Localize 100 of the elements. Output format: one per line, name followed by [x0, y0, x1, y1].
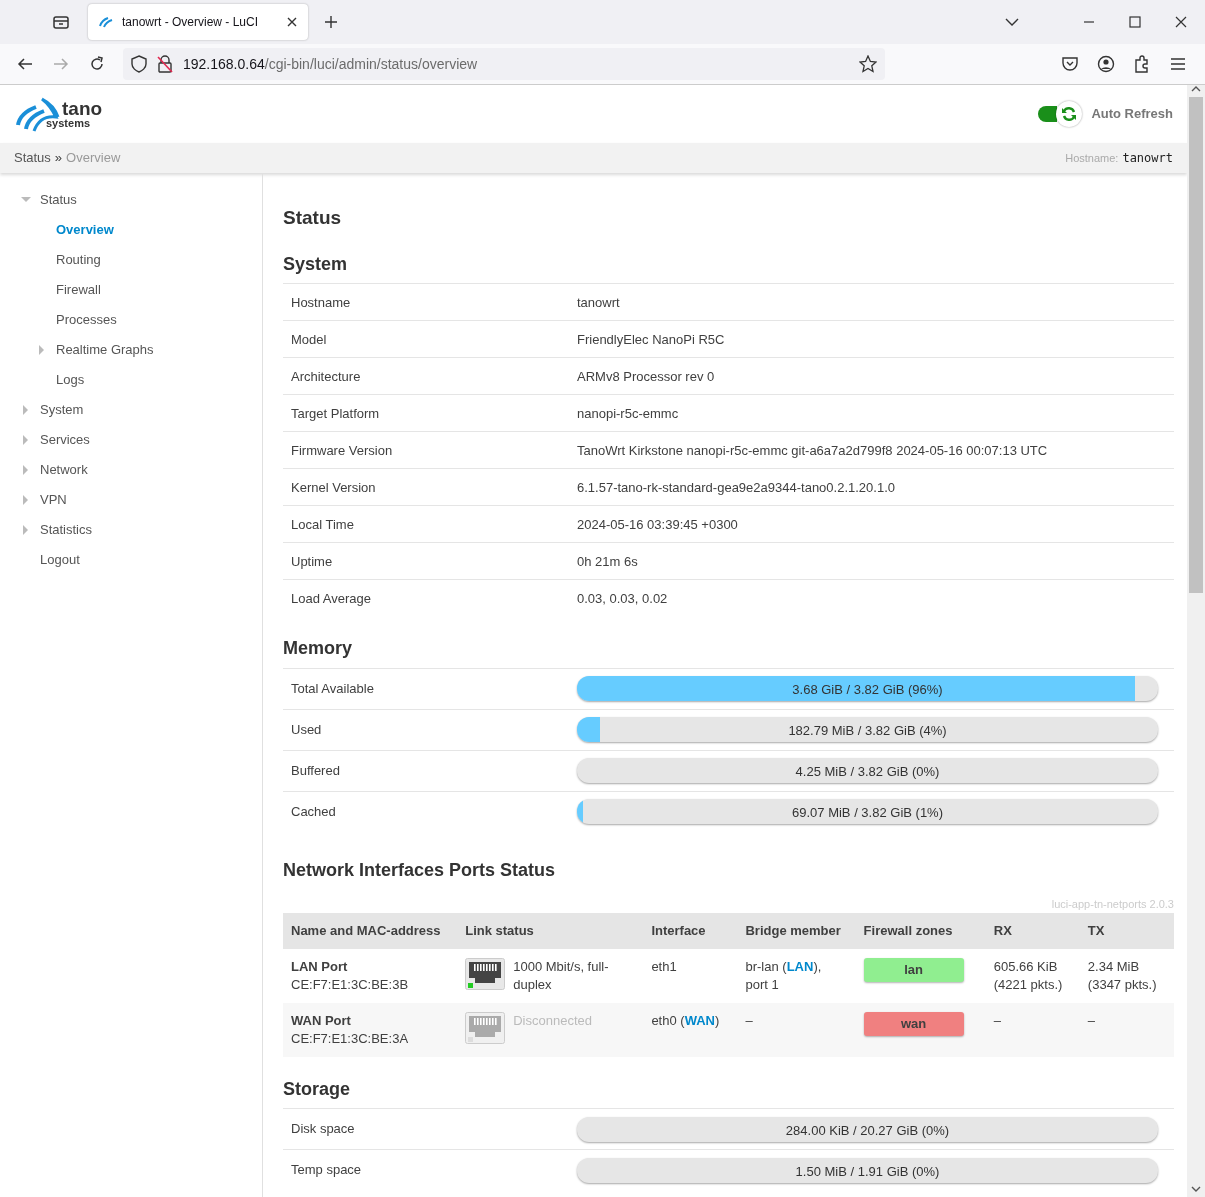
reload-icon[interactable] — [89, 56, 105, 72]
usage-reading: 284.00 KiB / 20.27 GiB (0%) — [784, 1121, 951, 1140]
logo-subtext: systems — [46, 118, 92, 129]
menu-item[interactable]: Realtime Graphs — [56, 335, 154, 365]
menu-item[interactable]: Logout — [40, 545, 80, 575]
menu-item[interactable]: Statistics — [40, 515, 92, 545]
field-label: Kernel Version — [290, 478, 377, 497]
field-value: 2024-05-16 03:39:45 +0300 — [577, 515, 738, 534]
browser-tab[interactable]: tanowrt - Overview - LuCI — [88, 4, 308, 40]
interface-name: eth0 (WAN) — [651, 1012, 720, 1028]
field-label: Total Available — [290, 680, 375, 699]
column-header: Bridge member — [737, 913, 856, 949]
zone-badge: lan — [863, 957, 964, 982]
field-label: Architecture — [290, 367, 362, 386]
field-value: TanoWrt Kirkstone nanopi-r5c-emmc git-a6a7a2d799f8 2024-05-16 00:07:13 UTC — [577, 441, 1048, 460]
rx-value: – — [993, 1012, 1001, 1028]
field-label: Cached — [290, 803, 337, 822]
field-label: Load Average — [290, 589, 372, 608]
close-icon[interactable] — [1175, 16, 1187, 28]
field-value: nanopi-r5c-emmc — [577, 404, 679, 423]
network-link[interactable]: LAN — [786, 958, 814, 974]
bridge-member: br-lan (LAN), port 1 — [745, 957, 823, 994]
column-header: Interface — [643, 913, 738, 949]
breadcrumb-link[interactable]: Status — [14, 148, 51, 168]
menu-item[interactable]: System — [40, 395, 84, 425]
link-status: Disconnected — [513, 1011, 592, 1030]
rx-value: 605.66 KiB (4221 pkts.) — [993, 958, 1063, 992]
section-title: Storage — [283, 1078, 352, 1101]
field-label: Used — [290, 721, 323, 740]
maximize-icon[interactable] — [1129, 16, 1141, 28]
port-name: LAN Port — [291, 957, 349, 976]
usage-reading: 3.68 GiB / 3.82 GiB (96%) — [791, 681, 944, 700]
column-header: Firewall zones — [855, 913, 986, 949]
menu-item[interactable]: Overview — [56, 215, 114, 245]
extensions-icon[interactable] — [1133, 55, 1151, 73]
section-title: Network Interfaces Ports Status — [283, 860, 557, 882]
menu-icon[interactable] — [1169, 55, 1187, 73]
scrollbar[interactable] — [1187, 85, 1205, 1197]
menu-item[interactable]: Network — [40, 455, 88, 485]
account-icon[interactable] — [1097, 55, 1115, 73]
mac-address: CE:F7:E1:3C:BE:3A — [291, 1029, 410, 1048]
interface-name: eth1 — [651, 958, 677, 974]
scroll-up-icon[interactable] — [1191, 85, 1201, 93]
field-label: Uptime — [290, 552, 334, 571]
column-header: TX — [1079, 913, 1174, 949]
field-label: Disk space — [290, 1120, 356, 1139]
field-label: Target Platform — [290, 404, 381, 423]
menu-item[interactable]: Processes — [56, 305, 117, 335]
new-tab-icon[interactable] — [324, 15, 338, 29]
link-status: 1000 Mbit/s, full-duplex — [513, 957, 610, 994]
field-value: ARMv8 Processor rev 0 — [577, 367, 715, 386]
wave-icon — [98, 16, 114, 28]
mac-address: CE:F7:E1:3C:BE:3B — [291, 975, 410, 994]
menu-item[interactable]: Services — [40, 425, 90, 455]
usage-reading: 4.25 MiB / 3.82 GiB (0%) — [794, 763, 941, 782]
menu-item[interactable]: Status — [40, 185, 77, 215]
field-label: Hostname — [290, 293, 352, 312]
breadcrumb-separator: » — [54, 149, 63, 168]
menu-item[interactable]: Logs — [56, 365, 85, 395]
field-label: Local Time — [290, 515, 355, 534]
field-label: Buffered — [290, 762, 341, 781]
hostname-value: tanowrt — [1122, 150, 1173, 167]
field-value: FriendlyElec NanoPi R5C — [577, 330, 725, 349]
section-title: System — [283, 253, 349, 276]
field-label: Firmware Version — [290, 441, 394, 460]
address-bar[interactable]: 192.168.0.64/cgi-bin/luci/admin/status/overview — [123, 48, 885, 80]
back-icon[interactable] — [17, 57, 33, 71]
url-text: 192.168.0.64/cgi-bin/luci/admin/status/overview — [183, 54, 479, 74]
refresh-knob-icon[interactable] — [1056, 101, 1083, 127]
field-value: tanowrt — [577, 293, 620, 312]
zone-badge: wan — [863, 1011, 964, 1036]
menu-item[interactable]: Routing — [56, 245, 101, 275]
menu-item[interactable]: VPN — [40, 485, 67, 515]
insecure-lock-icon — [157, 55, 173, 73]
field-label: Temp space — [290, 1161, 363, 1180]
pocket-icon[interactable] — [1061, 55, 1079, 73]
field-label: Model — [290, 330, 328, 349]
menu-item[interactable]: Firewall — [56, 275, 101, 305]
page-title: Status — [283, 207, 343, 230]
hostname-label: Hostname: — [1065, 150, 1119, 166]
star-icon[interactable] — [859, 55, 877, 73]
column-header: RX — [985, 913, 1080, 949]
tab-list-icon[interactable] — [52, 14, 70, 30]
field-value: 0h 21m 6s — [577, 552, 638, 571]
scroll-down-icon[interactable] — [1191, 1185, 1201, 1193]
network-link[interactable]: WAN — [684, 1012, 715, 1028]
logo-text: tano — [62, 99, 103, 118]
tx-value: – — [1087, 1012, 1096, 1028]
toggle-switch[interactable] — [1037, 100, 1084, 128]
field-value: 6.1.57-tano-rk-standard-gea9e2a9344-tano0.2.1.20.1.0 — [577, 478, 895, 497]
usage-reading: 69.07 MiB / 3.82 GiB (1%) — [791, 804, 944, 823]
auto-refresh-label: Auto Refresh — [1091, 105, 1173, 124]
usage-reading: 1.50 MiB / 1.91 GiB (0%) — [794, 1162, 941, 1181]
toggle-track[interactable] — [1038, 106, 1058, 122]
section-title: Memory — [283, 638, 354, 660]
scroll-thumb[interactable] — [1189, 97, 1203, 593]
tx-value: 2.34 MiB (3347 pkts.) — [1087, 958, 1157, 992]
tab-title: tanowrt - Overview - LuCI — [122, 14, 260, 31]
close-icon[interactable] — [286, 16, 298, 28]
chevron-down-icon[interactable] — [1005, 17, 1019, 27]
